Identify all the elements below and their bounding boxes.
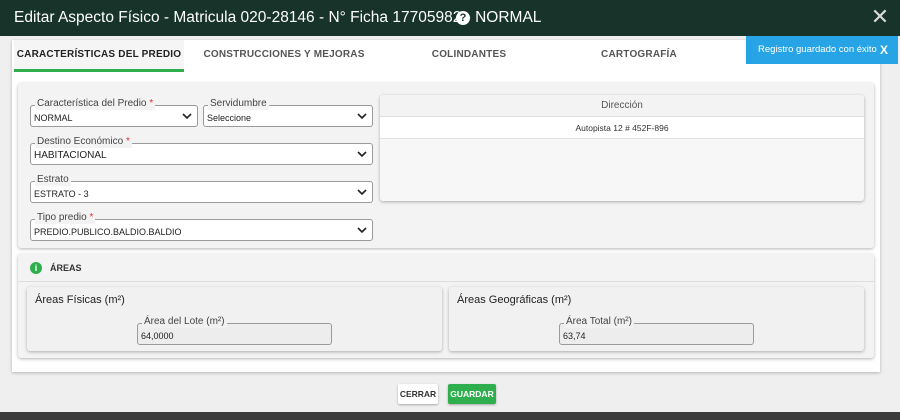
help-icon[interactable]: ?	[456, 11, 470, 25]
destino-label: Destino Económico *	[35, 136, 132, 148]
toast-close-icon[interactable]: X	[880, 36, 888, 64]
success-toast: Registro guardado con éxito X	[746, 36, 898, 64]
areas-geograficas-card: Áreas Geográficas (m²) Área Total (m²) 6…	[449, 287, 864, 351]
cerrar-button[interactable]: CERRAR	[398, 384, 438, 404]
servidumbre-value: Seleccione	[207, 113, 252, 123]
tab-colindantes[interactable]: COLINDANTES	[384, 40, 554, 72]
direccion-header: Dirección	[380, 95, 864, 117]
tipo-predio-select[interactable]: Tipo predio * PREDIO.PUBLICO.BALDIO.BALD…	[30, 212, 373, 241]
destino-value: HABITACIONAL	[34, 150, 107, 161]
servidumbre-select[interactable]: Servidumbre Seleccione	[203, 98, 373, 127]
areas-fisicas-title: Áreas Físicas (m²)	[35, 294, 125, 306]
servidumbre-label: Servidumbre	[208, 98, 269, 110]
areas-header: i ÁREAS	[18, 254, 874, 282]
toast-message: Registro guardado con éxito	[758, 44, 877, 55]
estrato-select[interactable]: Estrato ESTRATO - 3	[30, 174, 373, 203]
edit-dialog: Editar Aspecto Físico - Matricula 020-28…	[0, 0, 900, 412]
area-total-value: 63,74	[563, 331, 586, 341]
areas-title: ÁREAS	[50, 263, 82, 273]
area-lote-label: Área del Lote (m²)	[142, 316, 227, 328]
dialog-body: CARACTERÍSTICAS DEL PREDIO CONSTRUCCIONE…	[12, 40, 880, 372]
areas-panel: i ÁREAS Áreas Físicas (m²) Área del Lote…	[18, 254, 874, 358]
chevron-down-icon	[357, 189, 367, 196]
caracteristica-value: NORMAL	[34, 113, 73, 123]
area-total-label: Área Total (m²)	[564, 316, 634, 328]
area-total-field[interactable]: Área Total (m²) 63,74	[559, 316, 754, 345]
tipo-predio-label: Tipo predio *	[35, 212, 96, 224]
estrato-label: Estrato	[35, 174, 71, 186]
table-row[interactable]: Autopista 12 # 452F-896	[380, 117, 864, 139]
caracteristica-label: Característica del Predio *	[35, 98, 156, 110]
tipo-predio-value: PREDIO.PUBLICO.BALDIO.BALDIO	[34, 227, 182, 237]
chevron-down-icon	[357, 113, 367, 120]
chevron-down-icon	[182, 113, 192, 120]
area-lote-field[interactable]: Área del Lote (m²) 64,0000	[137, 316, 332, 345]
areas-fisicas-card: Áreas Físicas (m²) Área del Lote (m²) 64…	[27, 287, 442, 351]
chevron-down-icon	[357, 227, 367, 234]
chevron-down-icon	[357, 151, 367, 158]
tab-caracteristicas[interactable]: CARACTERÍSTICAS DEL PREDIO	[14, 40, 184, 72]
close-icon[interactable]: ✕	[870, 6, 890, 28]
destino-select[interactable]: Destino Económico * HABITACIONAL	[30, 136, 373, 165]
caracteristica-select[interactable]: Característica del Predio * NORMAL	[30, 98, 198, 127]
direccion-table: Dirección Autopista 12 # 452F-896	[380, 95, 864, 201]
estrato-value: ESTRATO - 3	[34, 189, 89, 199]
info-icon: i	[30, 262, 42, 274]
dialog-header: Editar Aspecto Físico - Matricula 020-28…	[0, 0, 900, 36]
tab-cartografia[interactable]: CARTOGRAFÍA	[554, 40, 724, 72]
tab-construcciones[interactable]: CONSTRUCCIONES Y MEJORAS	[184, 40, 384, 72]
guardar-button[interactable]: GUARDAR	[448, 384, 496, 404]
areas-geograficas-title: Áreas Geográficas (m²)	[457, 294, 572, 306]
area-lote-value: 64,0000	[141, 331, 174, 341]
